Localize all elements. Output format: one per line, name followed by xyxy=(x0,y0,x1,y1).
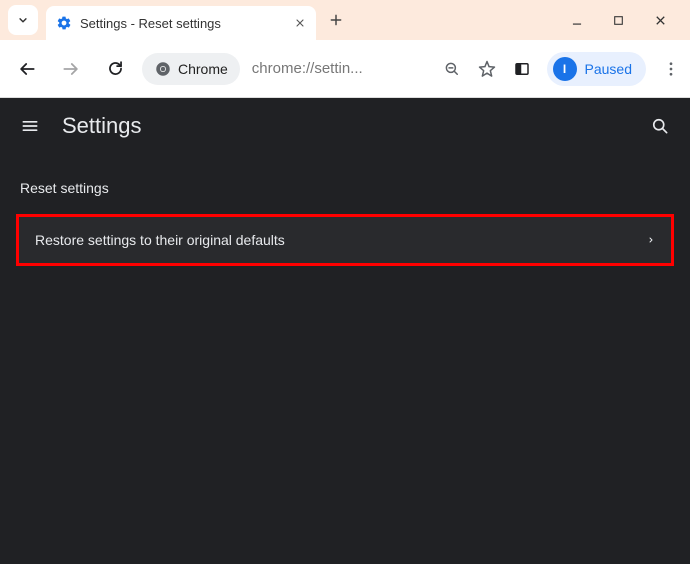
window-controls xyxy=(570,13,690,28)
browser-menu-button[interactable] xyxy=(662,60,680,78)
hamburger-icon xyxy=(20,116,40,136)
minimize-icon xyxy=(570,13,584,27)
reload-button[interactable] xyxy=(98,52,132,86)
settings-page: Settings Reset settings Restore settings… xyxy=(0,98,690,564)
profile-chip[interactable]: I Paused xyxy=(547,52,646,86)
avatar: I xyxy=(553,57,577,81)
maximize-button[interactable] xyxy=(612,14,625,27)
close-icon xyxy=(294,17,306,29)
origin-chip[interactable]: Chrome xyxy=(142,53,240,85)
omnibox[interactable]: Chrome chrome://settin... xyxy=(142,53,363,85)
profile-status: Paused xyxy=(585,61,632,77)
zoom-out-icon xyxy=(443,60,461,78)
tab-strip: Settings - Reset settings xyxy=(0,0,690,40)
tab-close-button[interactable] xyxy=(294,17,306,29)
tab-title: Settings - Reset settings xyxy=(80,16,286,31)
restore-defaults-label: Restore settings to their original defau… xyxy=(35,232,285,248)
browser-toolbar: Chrome chrome://settin... I Paused xyxy=(0,40,690,98)
back-button[interactable] xyxy=(10,52,44,86)
panel-icon xyxy=(513,60,531,78)
tab-search-dropdown[interactable] xyxy=(8,5,38,35)
url-text: chrome://settin... xyxy=(252,60,363,77)
bookmark-button[interactable] xyxy=(477,59,497,79)
minimize-button[interactable] xyxy=(570,13,584,27)
menu-button[interactable] xyxy=(20,116,40,136)
restore-defaults-row[interactable]: Restore settings to their original defau… xyxy=(16,214,674,266)
content-area: Reset settings Restore settings to their… xyxy=(0,154,690,292)
maximize-icon xyxy=(612,14,625,27)
arrow-left-icon xyxy=(17,59,37,79)
forward-button[interactable] xyxy=(54,52,88,86)
chrome-logo-icon xyxy=(154,60,172,78)
close-icon xyxy=(653,13,668,28)
search-button[interactable] xyxy=(650,116,670,136)
settings-gear-icon xyxy=(56,15,72,31)
search-icon xyxy=(650,116,670,136)
reload-icon xyxy=(106,59,125,78)
star-icon xyxy=(477,59,497,79)
kebab-icon xyxy=(662,60,680,78)
close-window-button[interactable] xyxy=(653,13,668,28)
page-title: Settings xyxy=(62,113,142,139)
arrow-right-icon xyxy=(61,59,81,79)
plus-icon xyxy=(328,12,344,28)
page-header: Settings xyxy=(0,98,690,154)
chevron-down-icon xyxy=(16,13,30,27)
chevron-right-icon xyxy=(647,235,655,245)
section-title: Reset settings xyxy=(20,180,674,196)
new-tab-button[interactable] xyxy=(328,12,344,28)
origin-text: Chrome xyxy=(178,61,228,77)
zoom-button[interactable] xyxy=(443,60,461,78)
side-panel-button[interactable] xyxy=(513,60,531,78)
browser-tab[interactable]: Settings - Reset settings xyxy=(46,6,316,40)
